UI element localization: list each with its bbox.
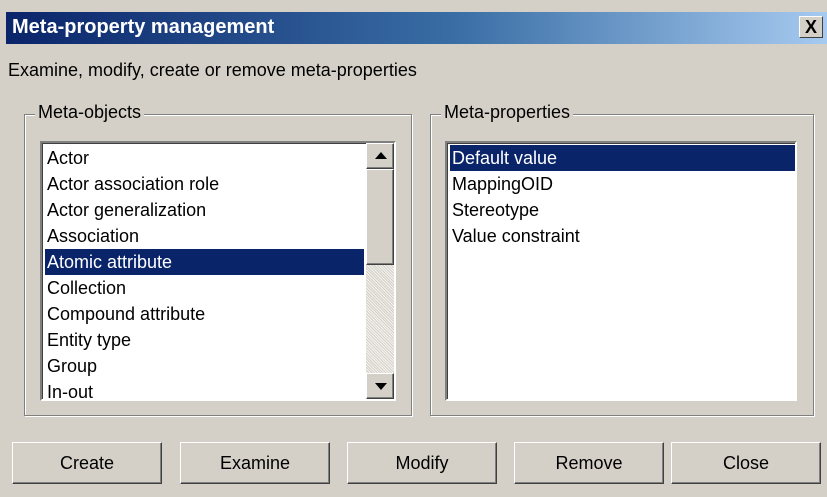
meta-object-item[interactable]: Atomic attribute [45, 249, 364, 275]
close-window-button[interactable]: X [799, 16, 823, 38]
arrow-up-icon [375, 152, 387, 159]
modify-button[interactable]: Modify [347, 442, 497, 484]
meta-objects-list[interactable]: Actor Actor association role Actor gener… [40, 141, 396, 401]
meta-property-item[interactable]: MappingOID [450, 171, 795, 197]
meta-objects-group: Meta-objects Actor Actor association rol… [24, 102, 412, 416]
close-button[interactable]: Close [671, 442, 821, 484]
meta-property-item[interactable]: Stereotype [450, 197, 795, 223]
remove-button[interactable]: Remove [514, 442, 664, 484]
close-icon: X [804, 17, 817, 37]
arrow-down-icon [375, 383, 387, 390]
meta-object-item[interactable]: Actor generalization [45, 197, 364, 223]
meta-object-item[interactable]: Compound attribute [45, 301, 364, 327]
title-bar[interactable]: Meta-property management X [6, 12, 827, 44]
create-button[interactable]: Create [12, 442, 162, 484]
examine-button[interactable]: Examine [180, 442, 330, 484]
meta-object-item[interactable]: Actor [45, 145, 364, 171]
window-title: Meta-property management [12, 16, 275, 38]
meta-object-item[interactable]: Collection [45, 275, 364, 301]
meta-property-item[interactable]: Value constraint [450, 223, 795, 249]
meta-properties-legend: Meta-properties [441, 102, 574, 123]
meta-objects-legend: Meta-objects [35, 102, 145, 123]
meta-property-item[interactable]: Default value [450, 145, 795, 171]
dialog-description: Examine, modify, create or remove meta-p… [8, 60, 417, 80]
meta-objects-scrollbar[interactable] [366, 143, 394, 399]
meta-object-item[interactable]: In-out [45, 379, 364, 399]
meta-properties-list[interactable]: Default value MappingOID Stereotype Valu… [445, 141, 797, 401]
meta-property-dialog: Meta-property management X Examine, modi… [0, 0, 827, 497]
scroll-down-button[interactable] [366, 373, 394, 399]
meta-object-item[interactable]: Entity type [45, 327, 364, 353]
meta-properties-group: Meta-properties Default value MappingOID… [430, 102, 814, 416]
scroll-up-button[interactable] [366, 143, 394, 169]
meta-object-item[interactable]: Actor association role [45, 171, 364, 197]
scroll-thumb[interactable] [366, 169, 394, 265]
meta-object-item[interactable]: Group [45, 353, 364, 379]
meta-object-item[interactable]: Association [45, 223, 364, 249]
